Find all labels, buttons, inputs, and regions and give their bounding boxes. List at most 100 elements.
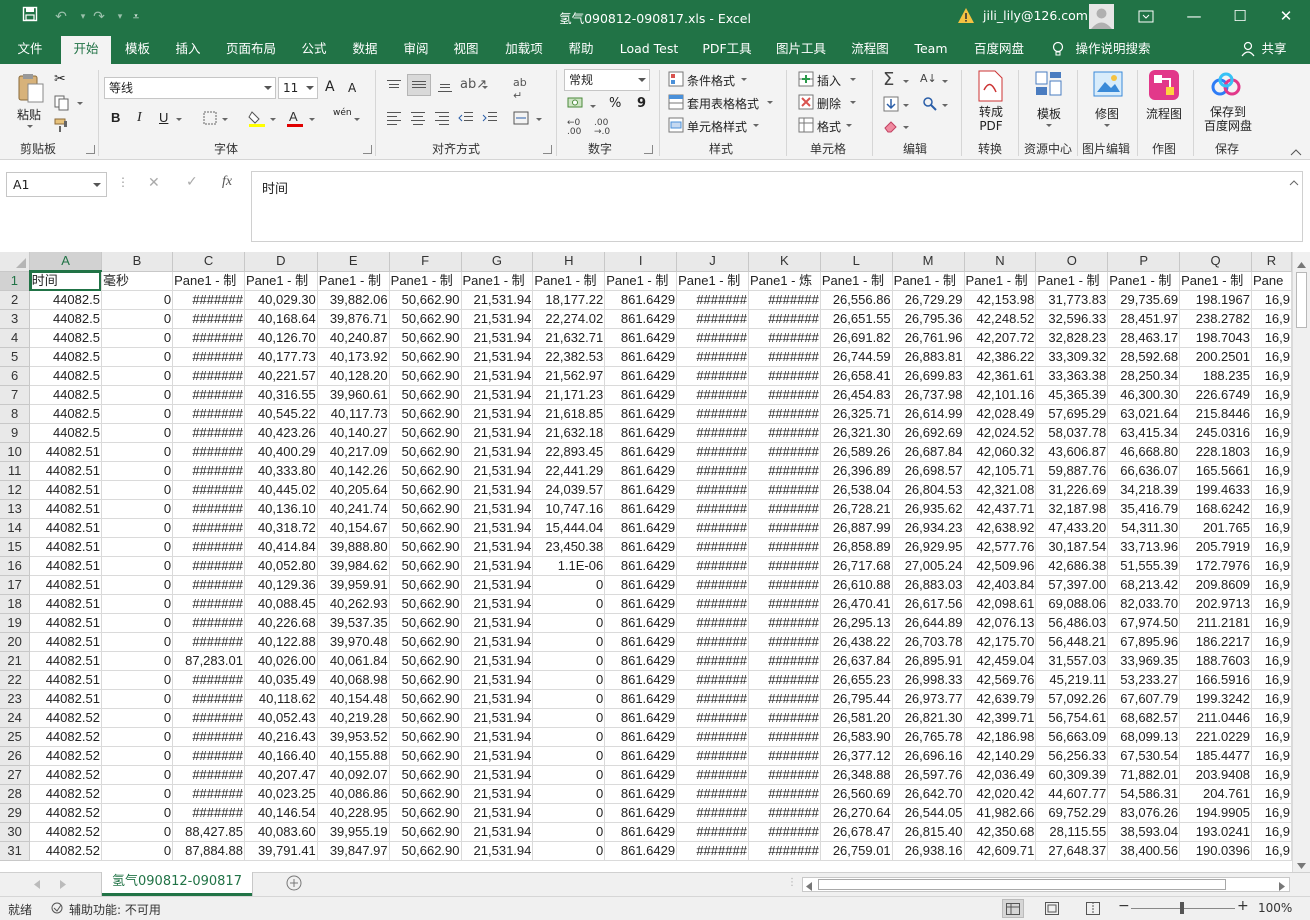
table-cell[interactable]: 199.4633 — [1179, 480, 1252, 500]
table-cell[interactable]: 54,586.31 — [1107, 784, 1181, 804]
row-header[interactable]: 29 — [0, 803, 31, 823]
header-cell[interactable]: Pane1 - 制 — [892, 271, 965, 291]
table-cell[interactable]: 42,105.71 — [964, 461, 1037, 481]
align-right-icon[interactable] — [434, 111, 450, 128]
row-header[interactable]: 30 — [0, 822, 31, 842]
table-cell[interactable]: 16,9 — [1251, 746, 1292, 766]
save-to-baidu-button[interactable]: 保存到 百度网盘 — [1204, 105, 1252, 133]
copy-dropdown-icon[interactable] — [77, 102, 83, 105]
table-cell[interactable]: 21,531.94 — [461, 613, 534, 633]
cell-styles-button[interactable]: 单元格样式 — [687, 118, 747, 135]
table-cell[interactable]: ####### — [172, 385, 245, 405]
table-cell[interactable]: 50,662.90 — [389, 708, 462, 728]
borders-dropdown-icon[interactable] — [222, 118, 228, 121]
table-cell[interactable]: 26,858.89 — [820, 537, 893, 557]
table-cell[interactable]: 0 — [532, 613, 606, 633]
table-cell[interactable]: 0 — [101, 385, 174, 405]
table-cell[interactable]: 21,531.94 — [461, 366, 534, 386]
image-edit-dropdown-icon[interactable] — [1104, 124, 1110, 127]
table-cell[interactable]: ####### — [748, 385, 821, 405]
table-cell[interactable]: 40,226.68 — [244, 613, 318, 633]
table-cell[interactable]: 238.2782 — [1179, 309, 1252, 329]
table-cell[interactable]: ####### — [676, 537, 749, 557]
table-cell[interactable]: 40,318.72 — [244, 518, 318, 538]
table-cell[interactable]: 40,126.70 — [244, 328, 318, 348]
table-cell[interactable]: 31,226.69 — [1035, 480, 1109, 500]
table-cell[interactable]: 26,658.41 — [820, 366, 893, 386]
table-cell[interactable]: 0 — [532, 746, 606, 766]
table-cell[interactable]: 21,531.94 — [461, 385, 534, 405]
table-cell[interactable]: 200.2501 — [1179, 347, 1252, 367]
column-header-f[interactable]: F — [389, 252, 462, 272]
table-cell[interactable]: ####### — [748, 423, 821, 443]
tab-formulas[interactable]: 公式 — [292, 34, 336, 64]
table-cell[interactable]: 40,240.87 — [317, 328, 390, 348]
table-cell[interactable]: 861.6429 — [604, 594, 678, 614]
table-cell[interactable]: 0 — [532, 670, 606, 690]
vertical-scroll-thumb[interactable] — [1296, 272, 1307, 328]
tab-load-test[interactable]: Load Test — [611, 34, 687, 64]
column-header-g[interactable]: G — [461, 252, 534, 272]
table-cell[interactable]: ####### — [172, 632, 245, 652]
table-cell[interactable]: ####### — [748, 328, 821, 348]
cancel-icon[interactable]: ✕ — [148, 175, 160, 191]
table-cell[interactable]: 42,175.70 — [964, 632, 1037, 652]
table-cell[interactable]: ####### — [748, 689, 821, 709]
table-cell[interactable]: ####### — [676, 822, 749, 842]
table-cell[interactable]: 28,115.55 — [1035, 822, 1109, 842]
header-cell[interactable]: Pane1 - 炼 — [748, 271, 821, 291]
table-cell[interactable]: 44082.51 — [29, 480, 102, 500]
table-cell[interactable]: 57,397.00 — [1035, 575, 1109, 595]
table-cell[interactable]: 42,399.71 — [964, 708, 1037, 728]
column-header-n[interactable]: N — [964, 252, 1037, 272]
table-cell[interactable]: 861.6429 — [604, 442, 678, 462]
close-icon[interactable]: ✕ — [1263, 0, 1309, 34]
template-icon[interactable] — [1035, 70, 1063, 105]
tab-page-layout[interactable]: 页面布局 — [220, 34, 282, 64]
table-cell[interactable]: 44082.5 — [29, 423, 102, 443]
table-cell[interactable]: 0 — [101, 803, 174, 823]
tab-pdf-tools[interactable]: PDF工具 — [694, 34, 760, 64]
next-sheet-icon[interactable] — [60, 878, 66, 892]
table-cell[interactable]: 861.6429 — [604, 290, 678, 310]
tab-home[interactable]: 开始 — [61, 34, 111, 64]
table-cell[interactable]: 42,638.92 — [964, 518, 1037, 538]
table-cell[interactable]: 21,531.94 — [461, 632, 534, 652]
table-cell[interactable]: 67,974.50 — [1107, 613, 1181, 633]
header-cell[interactable]: Pane1 - 制 — [461, 271, 534, 291]
table-cell[interactable]: 40,146.54 — [244, 803, 318, 823]
clipboard-launcher-icon[interactable] — [86, 145, 95, 154]
paste-icon[interactable] — [16, 72, 46, 104]
table-cell[interactable]: 39,888.80 — [317, 537, 390, 557]
table-cell[interactable]: 44082.51 — [29, 651, 102, 671]
delete-cells-button[interactable]: 删除 — [817, 95, 841, 112]
table-cell[interactable]: 21,531.94 — [461, 480, 534, 500]
font-size-select[interactable]: 11 — [278, 77, 318, 99]
table-cell[interactable]: 41,982.66 — [964, 803, 1037, 823]
table-cell[interactable]: 26,295.13 — [820, 613, 893, 633]
collapse-formula-bar-icon[interactable] — [1289, 175, 1299, 189]
table-cell[interactable]: 26,614.99 — [892, 404, 965, 424]
table-cell[interactable]: 861.6429 — [604, 366, 678, 386]
header-cell[interactable]: Pane — [1251, 271, 1292, 291]
table-cell[interactable]: ####### — [172, 556, 245, 576]
table-cell[interactable]: ####### — [172, 708, 245, 728]
zoom-slider-thumb[interactable] — [1180, 902, 1184, 914]
table-cell[interactable]: 26,678.47 — [820, 822, 893, 842]
table-cell[interactable]: 40,316.55 — [244, 385, 318, 405]
table-cell[interactable]: 40,445.02 — [244, 480, 318, 500]
table-cell[interactable]: 0 — [101, 442, 174, 462]
convert-pdf-button[interactable]: 转成 PDF — [979, 105, 1003, 133]
increase-indent-icon[interactable] — [482, 111, 498, 128]
header-cell[interactable]: Pane1 - 制 — [1107, 271, 1181, 291]
table-cell[interactable]: 26,560.69 — [820, 784, 893, 804]
increase-decimal-icon[interactable]: ←0.00 — [567, 119, 581, 137]
table-cell[interactable]: 0 — [101, 632, 174, 652]
table-cell[interactable]: 42,569.76 — [964, 670, 1037, 690]
table-cell[interactable]: 16,9 — [1251, 575, 1292, 595]
table-cell[interactable]: 26,687.84 — [892, 442, 965, 462]
table-cell[interactable]: ####### — [172, 309, 245, 329]
table-cell[interactable]: 40,117.73 — [317, 404, 390, 424]
template-dropdown-icon[interactable] — [1046, 124, 1052, 127]
paste-dropdown-icon[interactable] — [27, 125, 33, 128]
